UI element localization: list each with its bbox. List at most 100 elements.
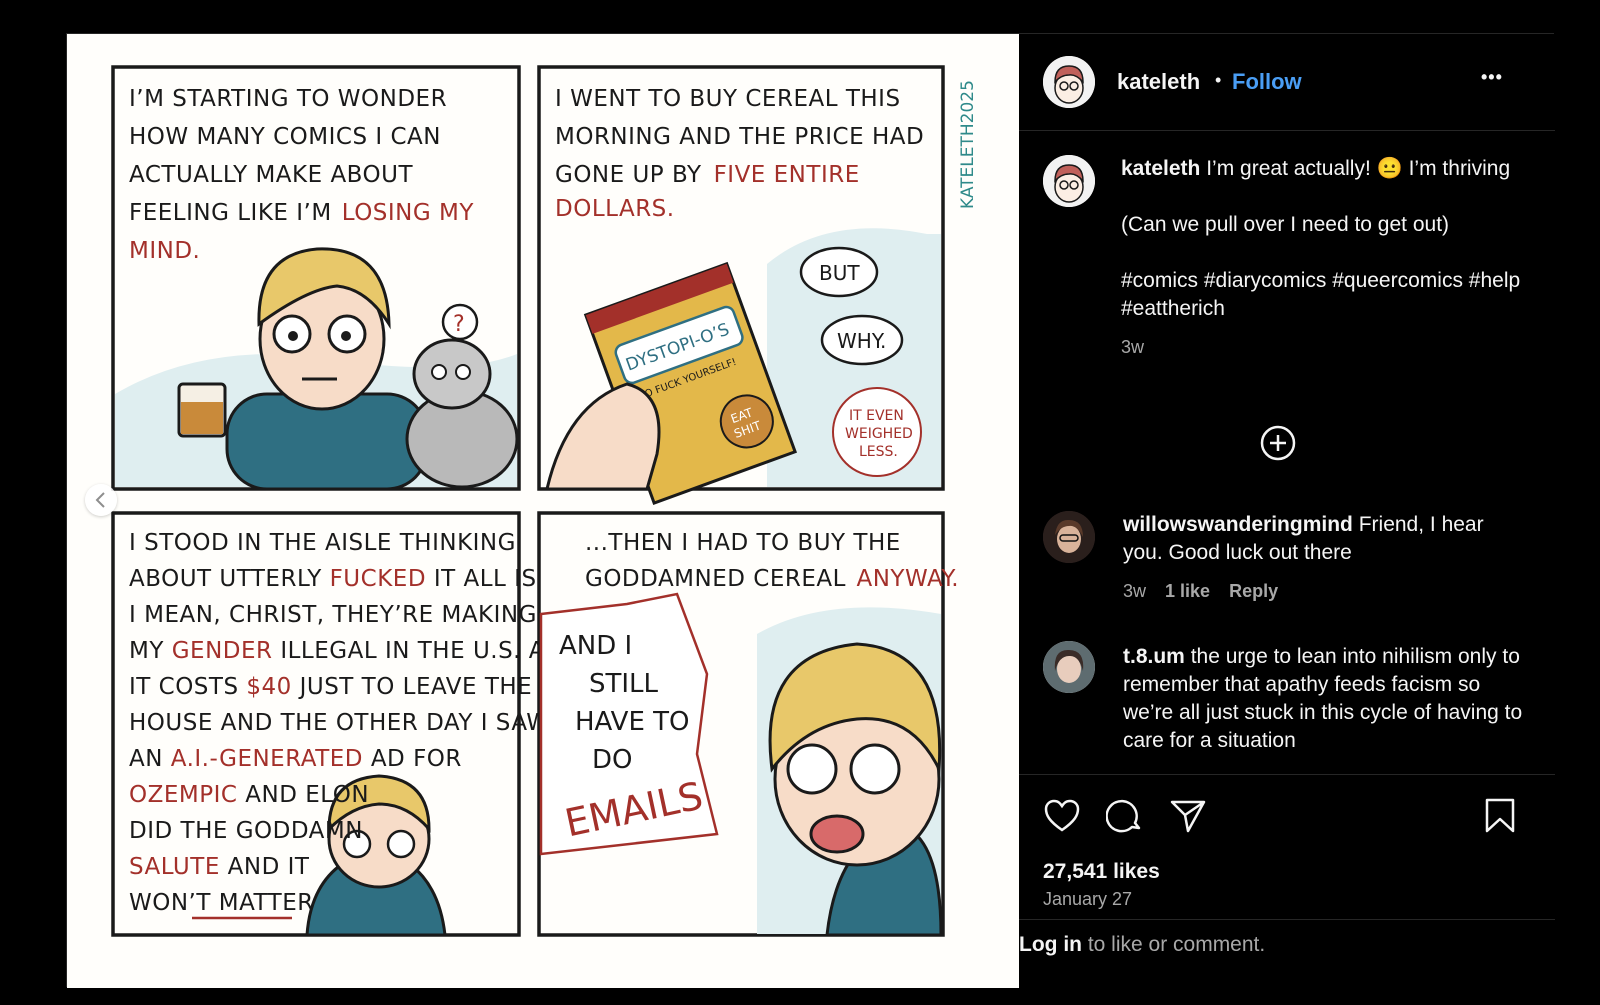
panel3-line5-a: IT COSTS [129, 674, 246, 700]
burst-line4: DO [592, 745, 633, 775]
user-photo-icon [1043, 641, 1095, 693]
caption-line2: (Can we pull over I need to get out) [1121, 213, 1450, 236]
comic-panel-3: I STOOD IN THE AISLE THINKING ABOUT UTTE… [111, 511, 581, 937]
panel3-line8-red: OZEMPIC [129, 782, 237, 808]
artist-signature: KATELETH2025 [958, 80, 978, 209]
reply-button[interactable]: Reply [1229, 581, 1278, 601]
panel3-line6: HOUSE AND THE OTHER DAY I SAW [129, 710, 550, 736]
panel3-line10-c: AND IT [220, 854, 310, 880]
post-header: kateleth • Follow ••• [1019, 34, 1555, 131]
panel3-line8-c: AND ELON [237, 782, 369, 808]
panel3-line7-a: AN [129, 746, 171, 772]
panel3-line7-red: A.I.-GENERATED [171, 746, 363, 772]
comic-panel-2: DYSTOPI-O’S GO FUCK YOURSELF! EAT SHIT B… [537, 65, 945, 505]
panel1-line4-red: LOSING MY [342, 200, 475, 226]
panel2-line2: MORNING AND THE PRICE HAD [555, 124, 924, 150]
panel3-line8: OZEMPIC AND ELON [129, 782, 369, 808]
panel3-line4-red: GENDER [172, 638, 273, 664]
panel3-line10: SALUTE AND IT [129, 854, 310, 880]
panel3-line5-c: JUST TO LEAVE THE [292, 674, 532, 700]
panel3-line3: I MEAN, CHRIST, THEY’RE MAKING [129, 602, 537, 628]
avatar-illustration-icon [1043, 155, 1095, 207]
avatar-illustration-icon [1043, 56, 1095, 108]
note-line1: IT EVEN [849, 408, 904, 424]
panel4-line2: GODDAMNED CEREAL ANYWAY. [585, 566, 959, 592]
panel3-line2: ABOUT UTTERLY FUCKED IT ALL IS. [129, 566, 544, 592]
bubble-but: BUT [819, 261, 860, 285]
panel3-line5-red: $40 [246, 674, 291, 700]
burst-line1: AND I [559, 631, 632, 661]
panel1-line4-text: FEELING LIKE I’M [129, 200, 332, 226]
bubble-why: WHY. [837, 329, 886, 353]
plus-circle-icon [1260, 425, 1296, 461]
panel3-line11-a: WON’T MATTER [129, 890, 314, 916]
panel3-line4-a: MY [129, 638, 172, 664]
panel3-line2-red: FUCKED [330, 566, 426, 592]
previous-image-button[interactable] [85, 484, 117, 516]
heart-icon [1044, 799, 1080, 832]
comment-username[interactable]: t.8.um [1123, 645, 1185, 668]
login-line: Log in to like or comment. [1019, 933, 1265, 957]
panel1-line2: HOW MANY COMICS I CAN [129, 124, 441, 150]
panel3-line2-c: IT ALL IS. [426, 566, 544, 592]
comment-item: willowswanderingmind Friend, I hear you.… [1123, 511, 1523, 605]
post-date: January 27 [1043, 889, 1133, 909]
caption-line1: kateleth I’m great actually! 😐 I’m thriv… [1121, 155, 1521, 183]
author-avatar[interactable] [1043, 56, 1095, 108]
panel1-line1: I’M STARTING TO WONDER [129, 86, 447, 112]
panel3-line9-a: DID THE GODDAMN [129, 818, 363, 844]
note-line2: WEIGHED [845, 426, 913, 442]
caption-username[interactable]: kateleth [1121, 157, 1200, 180]
panel3-line9: DID THE GODDAMN [129, 818, 363, 844]
post-caption: kateleth I’m great actually! 😐 I’m thriv… [1121, 155, 1521, 361]
panel4-line1: ...THEN I HAD TO BUY THE [585, 530, 901, 556]
caption-text: I’m great actually! 😐 I’m thriving [1206, 157, 1511, 180]
comment-meta: 3w 1 like Reply [1123, 577, 1523, 605]
panel3-line4: MY GENDER ILLEGAL IN THE U.S. AND [129, 638, 581, 664]
bookmark-icon [1485, 798, 1515, 833]
burst-line3: HAVE TO [575, 707, 690, 737]
panel3-line5: IT COSTS $40 JUST TO LEAVE THE [129, 674, 532, 700]
login-text: to like or comment. [1081, 933, 1266, 956]
comic-panel-1: ? I’M STARTING TO WONDER HOW MANY COMICS… [111, 65, 521, 491]
caption-time: 3w [1121, 337, 1145, 357]
comic-panel-4: ...THEN I HAD TO BUY THE GODDAMNED CEREA… [537, 511, 959, 937]
load-more-comments-button[interactable] [1259, 424, 1297, 467]
post-image: ? I’M STARTING TO WONDER HOW MANY COMICS… [67, 34, 1019, 988]
user-photo-icon [1043, 511, 1095, 563]
share-button[interactable] [1169, 797, 1207, 840]
panel4-line2-red: ANYWAY. [856, 566, 959, 592]
commenter-avatar[interactable] [1043, 511, 1095, 563]
caption-avatar[interactable] [1043, 155, 1095, 207]
comment-likes[interactable]: 1 like [1165, 581, 1210, 601]
commenter-avatar[interactable] [1043, 641, 1095, 693]
question-mark: ? [453, 312, 465, 337]
follow-button[interactable]: Follow [1232, 69, 1302, 95]
paper-plane-icon [1170, 800, 1206, 833]
panel3-line2-a: ABOUT UTTERLY [129, 566, 330, 592]
caption-hashtags[interactable]: #comics #diarycomics #queercomics #help … [1121, 267, 1521, 323]
panel2-line4: DOLLARS. [555, 196, 675, 222]
panel3-line7-c: AD FOR [363, 746, 462, 772]
login-prompt: Log in to like or comment. [1019, 919, 1555, 989]
panel3-line11: WON’T MATTER [129, 890, 314, 916]
panel2-line1: I WENT TO BUY CEREAL THIS [555, 86, 901, 112]
likes-count[interactable]: 27,541 likes [1043, 860, 1160, 884]
panel3-line6-a: HOUSE AND THE OTHER DAY I SAW [129, 710, 550, 736]
save-button[interactable] [1481, 797, 1519, 840]
note-line3: LESS. [859, 444, 898, 460]
panel3-line1: I STOOD IN THE AISLE THINKING [129, 530, 516, 556]
comment-button[interactable] [1105, 797, 1144, 840]
panel1-line5: MIND. [129, 238, 200, 264]
comment-username[interactable]: willowswanderingmind [1123, 513, 1353, 536]
login-link[interactable]: Log in [1019, 933, 1082, 956]
comment-time: 3w [1123, 581, 1147, 601]
comment-item: t.8.um the urge to lean into nihilism on… [1123, 643, 1523, 755]
more-options-button[interactable]: ••• [1481, 67, 1503, 88]
panel3-line1-a: I STOOD IN THE AISLE THINKING [129, 530, 516, 556]
comic-illustration: ? I’M STARTING TO WONDER HOW MANY COMICS… [111, 65, 978, 937]
panel3-line10-red: SALUTE [129, 854, 220, 880]
author-username[interactable]: kateleth [1117, 69, 1200, 95]
like-button[interactable] [1043, 797, 1081, 840]
panel2-line3-red: FIVE ENTIRE [714, 162, 860, 188]
